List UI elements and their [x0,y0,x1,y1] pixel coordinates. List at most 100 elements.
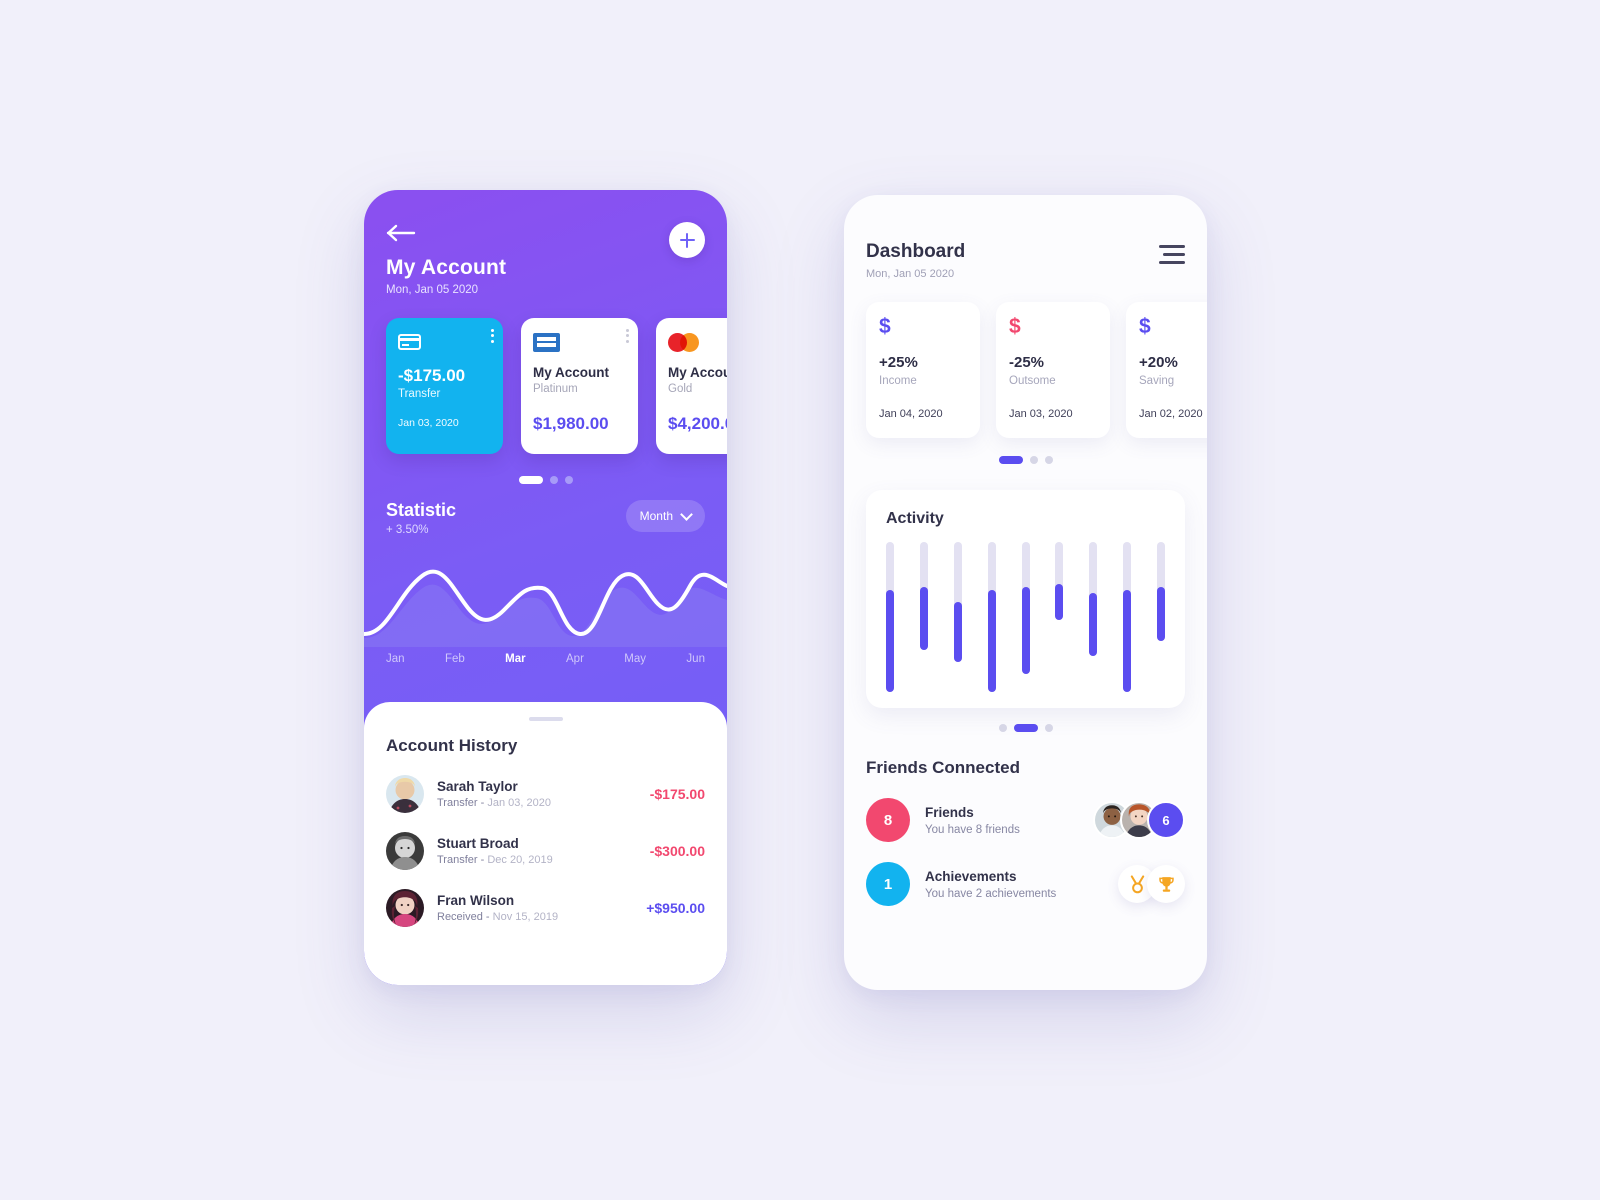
stat-card-label: Saving [1139,375,1175,387]
month-tick[interactable]: Jan [386,653,405,665]
activity-pagination[interactable] [866,724,1185,732]
pagination-dot[interactable] [1044,456,1053,464]
card-balance: $1,980.00 [533,414,609,433]
friends-avatar-stack[interactable]: 6 [1093,801,1185,839]
stat-cards-pagination[interactable] [866,456,1185,464]
achievements-row-subtitle: You have 2 achievements [925,887,1057,900]
canvas: My Account Mon, Jan 05 2020 -$175.00 Tra… [0,0,1600,1200]
transaction-meta: Transfer - Jan 03, 2020 [437,797,650,809]
card-name: My Account [533,365,610,380]
stat-cards-carousel[interactable]: $ +25% Income Jan 04, 2020 $ -25% Outsom… [866,302,1207,438]
month-tick[interactable]: Feb [445,653,465,665]
hamburger-menu-icon[interactable] [1159,241,1185,264]
month-tick[interactable]: Jun [686,653,705,665]
credit-card-icon [398,331,491,353]
card-date: Jan 03, 2020 [398,417,459,429]
achievements-count-badge: 1 [866,862,910,906]
dollar-sign-icon: $ [1139,315,1151,338]
activity-bar[interactable] [919,542,928,650]
cards-pagination[interactable] [364,476,727,484]
stat-card-income[interactable]: $ +25% Income Jan 04, 2020 [866,302,980,438]
account-history-title: Account History [386,736,518,755]
activity-bar[interactable] [886,542,894,692]
transaction-type: Received - [437,911,493,923]
activity-chart-card: Activity [866,490,1185,708]
sheet-drag-handle[interactable] [528,717,563,721]
transaction-type: Transfer - [437,797,488,809]
stat-card-percent: +25% [879,354,918,371]
range-select-month[interactable]: Month [625,500,705,532]
friends-more-badge[interactable]: 6 [1147,801,1185,839]
stat-card-saving[interactable]: $ +20% Saving Jan 02, 2020 [1126,302,1207,438]
card-tier: Gold [668,383,693,395]
pagination-dot[interactable] [518,476,543,484]
account-card-gold[interactable]: My Account Gold $4,200.00 [656,318,727,454]
back-arrow-icon[interactable] [386,222,416,244]
transaction-amount: -$175.00 [649,786,705,802]
transaction-date: Jan 03, 2020 [487,797,551,809]
dollar-sign-icon: $ [1009,315,1021,338]
avatar [386,832,424,870]
stat-card-outsome[interactable]: $ -25% Outsome Jan 03, 2020 [996,302,1110,438]
transaction-meta: Transfer - Dec 20, 2019 [437,854,650,866]
dollar-sign-icon: $ [879,315,891,338]
activity-bar[interactable] [1123,542,1132,692]
page-date: Mon, Jan 05 2020 [386,284,479,296]
transaction-meta: Received - Nov 15, 2019 [437,911,646,923]
achievements-row-title: Achievements [925,868,1017,884]
activity-title: Activity [886,510,944,527]
activity-bar[interactable] [1021,542,1030,674]
avatar [386,889,424,927]
account-card-transfer[interactable]: -$175.00 Transfer Jan 03, 2020 [386,318,503,454]
transaction-name: Sarah Taylor [437,779,518,794]
table-row[interactable]: Sarah Taylor Transfer - Jan 03, 2020 -$1… [386,775,705,813]
activity-bar[interactable] [1157,542,1165,641]
account-cards-carousel[interactable]: -$175.00 Transfer Jan 03, 2020 My Accoun… [364,318,727,454]
dashboard-body: Dashboard Mon, Jan 05 2020 $ +25% Income… [844,195,1207,906]
pagination-dot[interactable] [1029,456,1038,464]
statistic-line-chart [364,542,727,647]
friends-count-badge: 8 [866,798,910,842]
pagination-dot[interactable] [549,476,558,484]
account-card-platinum[interactable]: My Account Platinum $1,980.00 [521,318,638,454]
add-account-button[interactable] [669,222,705,258]
table-row[interactable]: Stuart Broad Transfer - Dec 20, 2019 -$3… [386,832,705,870]
transaction-name: Fran Wilson [437,893,515,908]
account-header: My Account Mon, Jan 05 2020 [364,190,727,296]
card-menu-icon[interactable] [491,329,494,343]
month-tick[interactable]: Apr [566,653,584,665]
activity-bar[interactable] [953,542,962,662]
pagination-dot[interactable] [998,724,1007,732]
statistic-delta: + 3.50% [386,524,429,536]
pagination-dot[interactable] [1044,724,1053,732]
activity-bar[interactable] [987,542,996,692]
mastercard-logo-icon [668,331,727,353]
stat-card-label: Income [879,375,917,387]
dashboard-date: Mon, Jan 05 2020 [866,268,955,280]
account-history-sheet: Account History Sarah Taylor Transfer - … [364,702,727,985]
stat-card-date: Jan 02, 2020 [1139,408,1203,420]
transaction-type: Transfer - [437,854,488,866]
activity-bar[interactable] [1089,542,1098,656]
pagination-dot[interactable] [998,456,1023,464]
statistic-header: Statistic + 3.50% Month [364,484,727,536]
pagination-dot[interactable] [564,476,573,484]
achievement-icon-stack[interactable] [1118,865,1185,903]
month-tick-active[interactable]: Mar [505,653,525,665]
page-title: My Account [386,256,507,279]
card-balance: $4,200.00 [668,414,727,433]
statistic-month-axis: Jan Feb Mar Apr May Jun [364,647,727,665]
range-select-label: Month [639,509,673,523]
table-row[interactable]: Fran Wilson Received - Nov 15, 2019 +$95… [386,889,705,927]
activity-bar[interactable] [1055,542,1064,620]
month-tick[interactable]: May [624,653,646,665]
list-item[interactable]: 8 Friends You have 8 friends 6 [866,798,1185,842]
stat-card-date: Jan 04, 2020 [879,408,943,420]
pagination-dot[interactable] [1013,724,1038,732]
stat-card-label: Outsome [1009,375,1056,387]
trophy-icon[interactable] [1147,865,1185,903]
dashboard-header: Dashboard Mon, Jan 05 2020 [866,241,1185,280]
stat-card-percent: +20% [1139,354,1178,371]
list-item[interactable]: 1 Achievements You have 2 achievements [866,862,1185,906]
card-menu-icon[interactable] [626,329,629,343]
